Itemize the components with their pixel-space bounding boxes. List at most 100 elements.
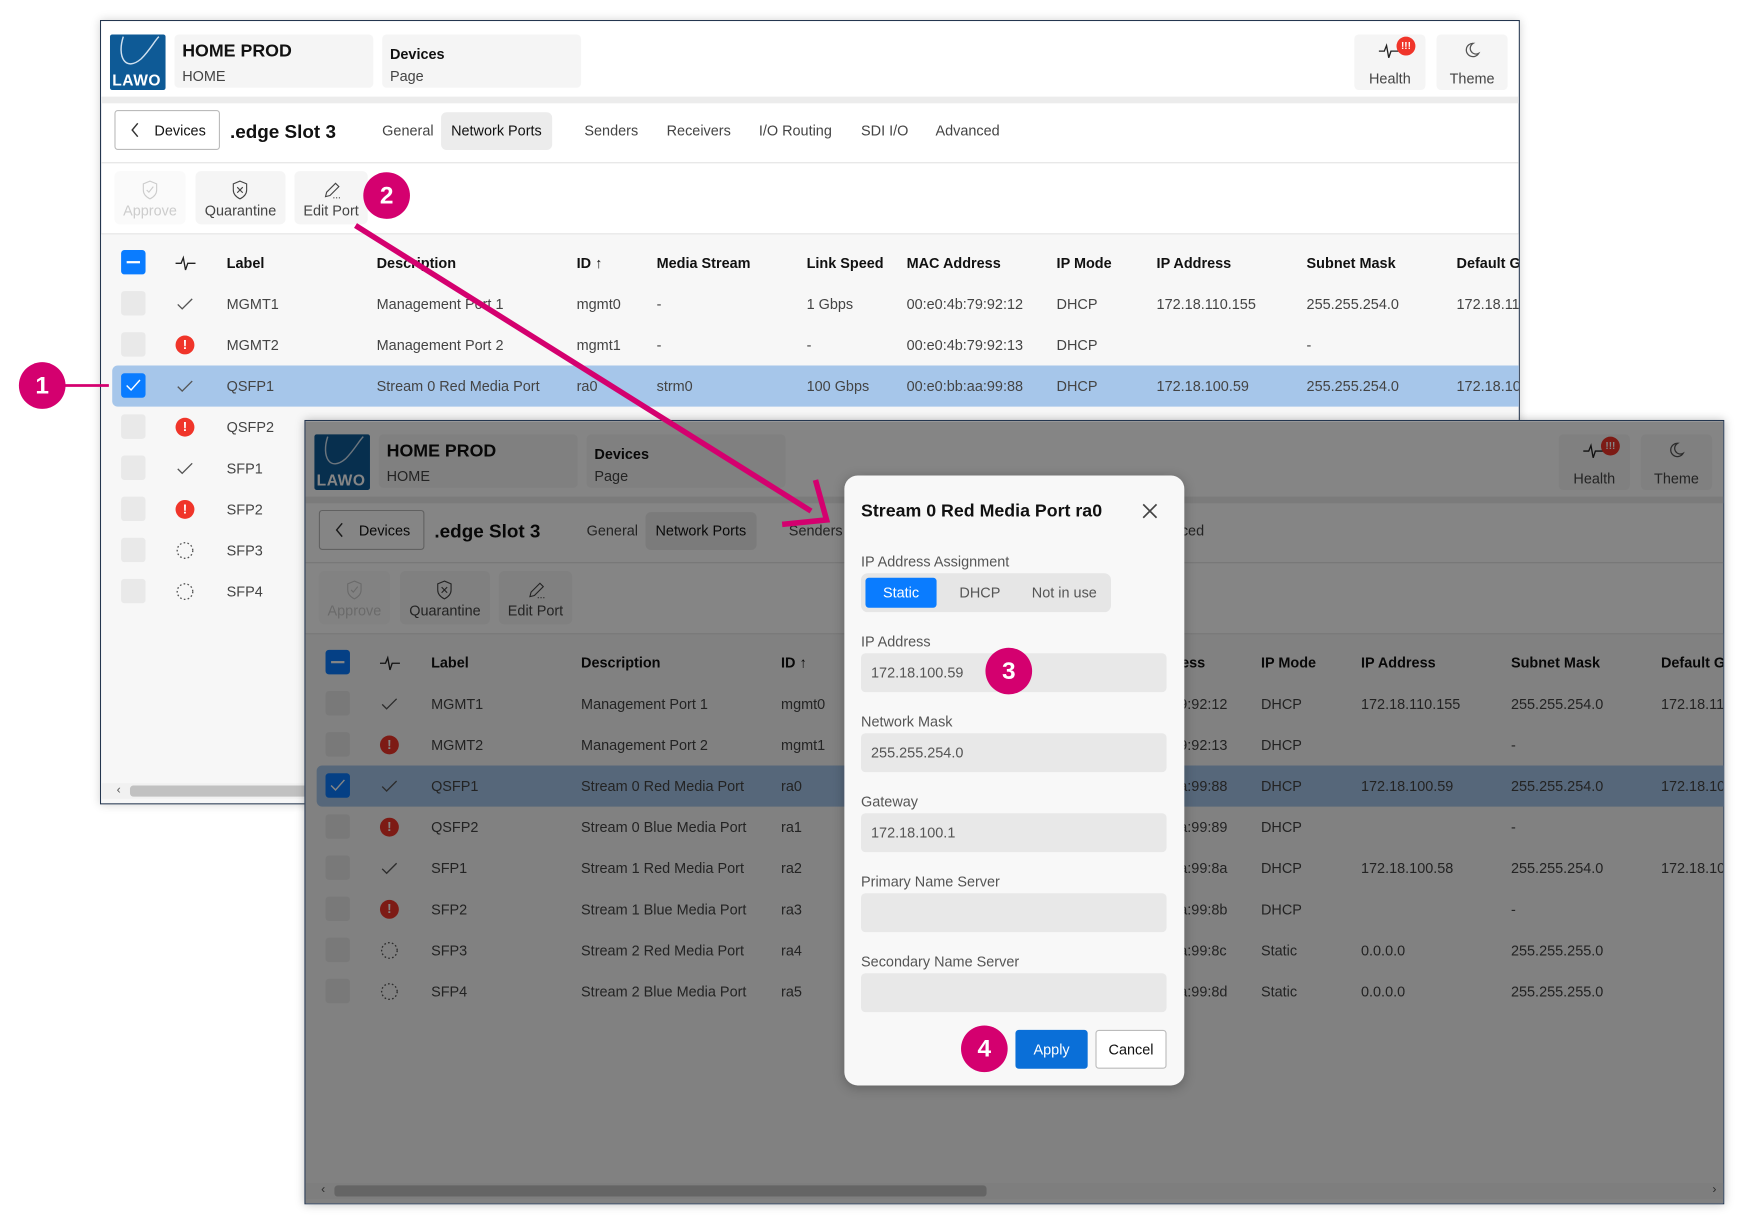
assignment-dhcp-option[interactable]: DHCP xyxy=(943,578,1016,608)
row-checkbox[interactable] xyxy=(121,579,145,603)
tab-i-o-routing[interactable]: I/O Routing xyxy=(749,112,842,150)
cell-link-speed: 1 Gbps xyxy=(807,296,854,313)
row-checkbox[interactable] xyxy=(121,291,145,315)
cell-media-stream: - xyxy=(657,337,662,354)
approve-label: Approve xyxy=(114,202,185,219)
primary-name-server-input[interactable] xyxy=(861,893,1167,932)
edit-port-label: Edit Port xyxy=(294,202,367,219)
quarantine-button[interactable]: Quarantine xyxy=(196,171,286,224)
row-checkbox[interactable] xyxy=(121,497,145,521)
gateway-input[interactable] xyxy=(861,813,1167,852)
status-error-icon: ! xyxy=(176,500,195,519)
quarantine-label: Quarantine xyxy=(196,202,286,219)
cell-mac-address: 00:e0:bb:aa:99:88 xyxy=(907,378,1023,395)
column-header-default-gateway[interactable]: Default G xyxy=(1457,254,1520,271)
status-error-icon: ! xyxy=(176,418,195,437)
secondary-name-server-label: Secondary Name Server xyxy=(861,953,1019,970)
ip-assignment-segmented-control: Static DHCP Not in use xyxy=(861,573,1111,612)
approve-button[interactable]: Approve xyxy=(114,171,185,224)
system-sub: HOME xyxy=(182,68,225,85)
table-row[interactable]: !MGMT2Management Port 2mgmt1--00:e0:4b:7… xyxy=(112,324,1520,365)
apply-button[interactable]: Apply xyxy=(1015,1030,1087,1069)
callout-2: 2 xyxy=(363,172,410,219)
scroll-left-icon[interactable]: ‹ xyxy=(117,783,121,796)
status-error-icon: ! xyxy=(176,336,195,355)
select-all-checkbox[interactable] xyxy=(121,250,145,274)
status-pending-icon xyxy=(176,541,195,560)
cell-label: SFP3 xyxy=(227,542,263,559)
row-checkbox[interactable] xyxy=(121,456,145,480)
theme-label: Theme xyxy=(1437,70,1508,87)
cell-ip-mode: DHCP xyxy=(1057,296,1098,313)
divider xyxy=(101,162,1519,163)
theme-button[interactable]: Theme xyxy=(1437,34,1508,90)
tab-general[interactable]: General xyxy=(372,112,443,150)
health-alert-badge: !!! xyxy=(1397,37,1416,56)
ip-address-label: IP Address xyxy=(861,633,931,650)
status-pending-icon xyxy=(176,582,195,601)
column-header-ip-mode[interactable]: IP Mode xyxy=(1057,254,1112,271)
cell-default-gateway: 172.18.10 xyxy=(1457,378,1520,395)
column-header-label[interactable]: Label xyxy=(227,254,265,271)
status-ok-check-icon xyxy=(176,377,195,396)
table-row[interactable]: MGMT1Management Port 1mgmt0-1 Gbps00:e0:… xyxy=(112,283,1520,324)
column-header-mac-address[interactable]: MAC Address xyxy=(907,254,1001,271)
cell-description: Management Port 1 xyxy=(377,296,504,313)
lawo-logo: LAWO xyxy=(110,34,166,90)
cell-label: QSFP2 xyxy=(227,419,274,436)
cell-subnet-mask: 255.255.254.0 xyxy=(1307,378,1399,395)
column-header-subnet-mask[interactable]: Subnet Mask xyxy=(1307,254,1396,271)
cell-id: mgmt0 xyxy=(577,296,621,313)
back-label: Devices xyxy=(154,122,205,139)
ip-assignment-label: IP Address Assignment xyxy=(861,553,1009,570)
moon-icon xyxy=(1463,41,1481,64)
table-row[interactable]: QSFP1Stream 0 Red Media Portra0strm0100 … xyxy=(112,366,1520,407)
cell-subnet-mask: 255.255.254.0 xyxy=(1307,296,1399,313)
column-header-ip-address[interactable]: IP Address xyxy=(1157,254,1232,271)
column-header-link-speed[interactable]: Link Speed xyxy=(807,254,884,271)
cell-label: MGMT1 xyxy=(227,296,279,313)
cell-ip-address: 172.18.100.59 xyxy=(1157,378,1249,395)
table-header-row: Label Description ID ↑ Media Stream Link Spe… xyxy=(112,242,1520,283)
tab-senders[interactable]: Senders xyxy=(574,112,648,150)
cell-media-stream: - xyxy=(657,296,662,313)
edit-port-dialog: Stream 0 Red Media Port ra0 IP Address A… xyxy=(844,476,1184,1086)
cell-description: Stream 0 Red Media Port xyxy=(377,378,540,395)
cell-description: Management Port 2 xyxy=(377,337,504,354)
page-name: Devices xyxy=(390,46,445,63)
cell-label: MGMT2 xyxy=(227,337,279,354)
callout-4: 4 xyxy=(961,1025,1008,1072)
column-header-description[interactable]: Description xyxy=(377,254,456,271)
cancel-button[interactable]: Cancel xyxy=(1095,1030,1166,1069)
tab-receivers[interactable]: Receivers xyxy=(657,112,741,150)
tab-advanced[interactable]: Advanced xyxy=(925,112,1009,150)
status-column-pulse-icon xyxy=(176,253,195,272)
device-title: .edge Slot 3 xyxy=(230,121,336,143)
primary-name-server-label: Primary Name Server xyxy=(861,873,1000,890)
row-checkbox[interactable] xyxy=(121,373,145,397)
edit-port-button[interactable]: Edit Port xyxy=(294,171,367,224)
page-selector[interactable]: DevicesPage xyxy=(382,34,581,87)
network-mask-input[interactable] xyxy=(861,733,1167,772)
secondary-name-server-input[interactable] xyxy=(861,973,1167,1012)
tab-sdi-i-o[interactable]: SDI I/O xyxy=(851,112,918,150)
column-header-media-stream[interactable]: Media Stream xyxy=(657,254,751,271)
chevron-left-icon xyxy=(130,122,141,143)
close-icon[interactable] xyxy=(1140,501,1160,521)
column-header-id[interactable]: ID ↑ xyxy=(577,254,603,271)
cell-ip-address: 172.18.110.155 xyxy=(1157,296,1256,313)
cell-label: SFP1 xyxy=(227,460,263,477)
assignment-not-in-use-option[interactable]: Not in use xyxy=(1021,578,1108,608)
assignment-static-option[interactable]: Static xyxy=(865,578,936,608)
system-selector[interactable]: HOME PRODHOME xyxy=(174,34,373,87)
tab-network-ports[interactable]: Network Ports xyxy=(441,112,552,150)
cell-ip-mode: DHCP xyxy=(1057,337,1098,354)
row-checkbox[interactable] xyxy=(121,414,145,438)
health-button[interactable]: !!!Health xyxy=(1354,34,1425,90)
cell-default-gateway: 172.18.110 xyxy=(1457,296,1520,313)
cell-link-speed: - xyxy=(807,337,812,354)
back-to-devices-button[interactable]: Devices xyxy=(114,110,220,150)
row-checkbox[interactable] xyxy=(121,332,145,356)
cell-id: ra0 xyxy=(577,378,598,395)
row-checkbox[interactable] xyxy=(121,538,145,562)
